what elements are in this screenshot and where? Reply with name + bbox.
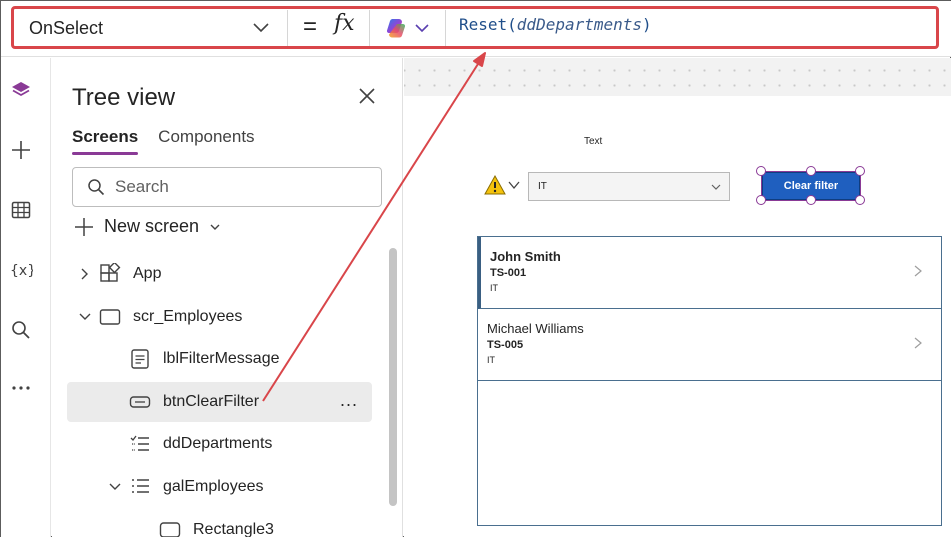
chevron-right-icon[interactable] (78, 267, 92, 281)
employee-department: IT (490, 283, 498, 293)
left-rail: {x} (1, 58, 51, 537)
resize-handle[interactable] (756, 166, 766, 176)
svg-text:{x}: {x} (10, 263, 33, 279)
resize-handle[interactable] (806, 166, 816, 176)
search-placeholder: Search (115, 177, 169, 196)
formula-highlight-box (11, 6, 939, 49)
chevron-right-icon[interactable] (913, 265, 923, 277)
tree-item-gallery[interactable]: galEmployees (67, 467, 372, 507)
employee-id: TS-001 (490, 267, 527, 279)
tree-item-button[interactable]: btnClearFilter ... (67, 382, 372, 422)
app-frame: OnSelect = fx Reset(ddDepartments) {x Tr… (0, 0, 951, 537)
button-selection: Clear filter (756, 166, 865, 205)
scrollbar[interactable] (389, 248, 397, 506)
chevron-down-icon[interactable] (78, 310, 92, 324)
resize-handle[interactable] (756, 195, 766, 205)
tree-view-panel: Tree view Screens Components Search New … (52, 58, 403, 537)
table-icon[interactable] (9, 198, 33, 222)
tab-screens[interactable]: Screens (72, 127, 139, 155)
gallery-row[interactable]: John Smith TS-001 IT (478, 237, 941, 309)
tree-item-screen[interactable]: scr_Employees (67, 297, 372, 337)
tree-item-label: ddDepartments (163, 435, 273, 452)
employee-name: John Smith (490, 249, 561, 264)
tree-item-rectangle[interactable]: Rectangle3 (67, 510, 372, 537)
panel-title: Tree view (72, 84, 176, 111)
tree-item-label: btnClearFilter (163, 393, 260, 410)
new-screen-button[interactable]: New screen (74, 216, 221, 237)
tree-item-dropdown[interactable]: ddDepartments (67, 424, 372, 464)
dropdown-icon (130, 435, 149, 451)
employee-id: TS-005 (487, 339, 524, 351)
department-dropdown[interactable]: IT (528, 172, 730, 201)
gallery-icon (132, 479, 149, 493)
tree-item-label: App (133, 265, 162, 282)
search-input[interactable]: Search (72, 167, 382, 207)
employees-gallery[interactable]: John Smith TS-001 IT Michael Williams TS… (477, 236, 942, 526)
chevron-down-icon[interactable] (108, 480, 122, 494)
more-icon[interactable] (9, 376, 33, 400)
plus-icon (75, 217, 93, 236)
search-icon (88, 179, 105, 196)
layers-icon[interactable] (9, 78, 33, 102)
variables-icon[interactable]: {x} (9, 258, 33, 282)
screen-icon (99, 309, 121, 325)
gallery-row[interactable]: Michael Williams TS-005 IT (478, 309, 941, 381)
plus-icon[interactable] (9, 138, 33, 162)
chevron-down-icon (210, 224, 220, 230)
tree-item-label: lblFilterMessage (163, 350, 280, 367)
new-screen-label: New screen (104, 216, 200, 236)
tree-item-label: Rectangle3 (193, 521, 274, 537)
tab-list: Screens Components (72, 127, 255, 155)
tab-components[interactable]: Components (158, 127, 254, 155)
text-label[interactable]: Text (584, 136, 602, 147)
chevron-down-icon (711, 184, 721, 190)
resize-handle[interactable] (855, 166, 865, 176)
formula-bar: OnSelect = fx Reset(ddDepartments) (1, 1, 951, 57)
warning-icon[interactable] (484, 175, 506, 195)
dropdown-value: IT (538, 181, 547, 192)
canvas-area: Text IT Clear filter John Smith TS-001 I… (404, 58, 951, 537)
chevron-right-icon[interactable] (913, 337, 923, 349)
tree-item-label: scr_Employees (133, 308, 243, 325)
tree-item-label-control[interactable]: lblFilterMessage (67, 339, 372, 379)
button-icon (129, 396, 151, 408)
label-icon (131, 349, 149, 369)
close-icon[interactable] (357, 86, 377, 106)
more-options-icon[interactable]: ... (340, 390, 358, 411)
tree-item-app[interactable]: App (67, 254, 372, 294)
tree-item-label: galEmployees (163, 478, 264, 495)
app-screen[interactable]: Text IT Clear filter John Smith TS-001 I… (404, 96, 951, 537)
resize-handle[interactable] (806, 195, 816, 205)
search-icon[interactable] (9, 318, 33, 342)
app-icon (100, 263, 121, 282)
resize-handle[interactable] (855, 195, 865, 205)
chevron-down-icon[interactable] (508, 180, 520, 190)
employee-name: Michael Williams (487, 321, 584, 336)
canvas-grid (404, 58, 951, 96)
employee-department: IT (487, 355, 495, 365)
rectangle-icon (159, 522, 181, 537)
